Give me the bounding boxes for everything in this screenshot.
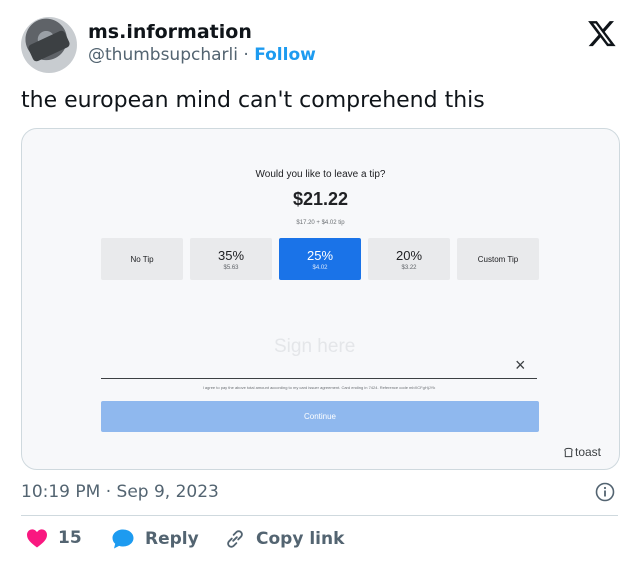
info-icon[interactable] [595,482,615,502]
tip-option-20[interactable]: 20% $3.22 [368,238,450,280]
tip-option-custom[interactable]: Custom Tip [457,238,539,280]
tip-option-35[interactable]: 35% $5.63 [190,238,272,280]
author-handle[interactable]: @thumbsupcharli [88,45,238,65]
divider [21,515,618,516]
tip-option-label: 20% [395,247,423,263]
toast-brand: toast [563,445,601,459]
tip-option-no-tip[interactable]: No Tip [101,238,183,280]
tip-option-label: 25% [306,247,334,263]
agreement-text: I agree to pay the above total amount ac… [202,385,436,390]
tip-total-amount: $21.22 [292,189,349,209]
heart-icon [27,529,47,548]
tweet-media-image[interactable]: Would you like to leave a tip? $21.22 $1… [21,128,620,470]
reply-bubble-icon [112,529,134,549]
tip-option-amount: $5.63 [223,264,239,271]
tip-question: Would you like to leave a tip? [255,169,386,180]
toast-logo-icon [564,447,573,457]
tip-option-amount: $4.02 [312,264,328,271]
avatar[interactable] [21,17,77,73]
tip-option-label: Custom Tip [477,254,519,264]
continue-button[interactable]: Continue [101,401,539,432]
copy-link-button[interactable]: Copy link [224,528,344,550]
link-icon [227,530,243,548]
tweet-timestamp[interactable]: 10:19 PM · Sep 9, 2023 [21,482,219,502]
tweet-text: the european mind can't comprehend this [21,88,485,113]
follow-button[interactable]: Follow [254,45,316,65]
x-logo-icon[interactable] [586,18,618,48]
tip-option-label: 35% [217,247,245,263]
reply-button[interactable]: Reply [111,528,199,550]
toast-brand-label: toast [575,445,602,459]
separator-dot: · [243,45,249,65]
tip-option-label: No Tip [130,254,154,264]
like-button[interactable]: 15 [26,528,82,548]
clear-signature-icon[interactable]: × [515,355,526,376]
signature-line [101,378,537,379]
tip-breakdown: $17.20 + $4.02 tip [296,220,345,226]
copy-link-label: Copy link [256,529,345,549]
author-handle-row: @thumbsupcharli · Follow [88,45,316,65]
reply-label: Reply [145,529,199,549]
continue-label: Continue [303,412,337,421]
author-display-name[interactable]: ms.information [88,21,252,43]
tip-option-amount: $3.22 [401,264,417,271]
like-count: 15 [58,528,82,548]
tip-option-25[interactable]: 25% $4.02 [279,238,361,280]
signature-placeholder[interactable]: Sign here [274,336,355,358]
